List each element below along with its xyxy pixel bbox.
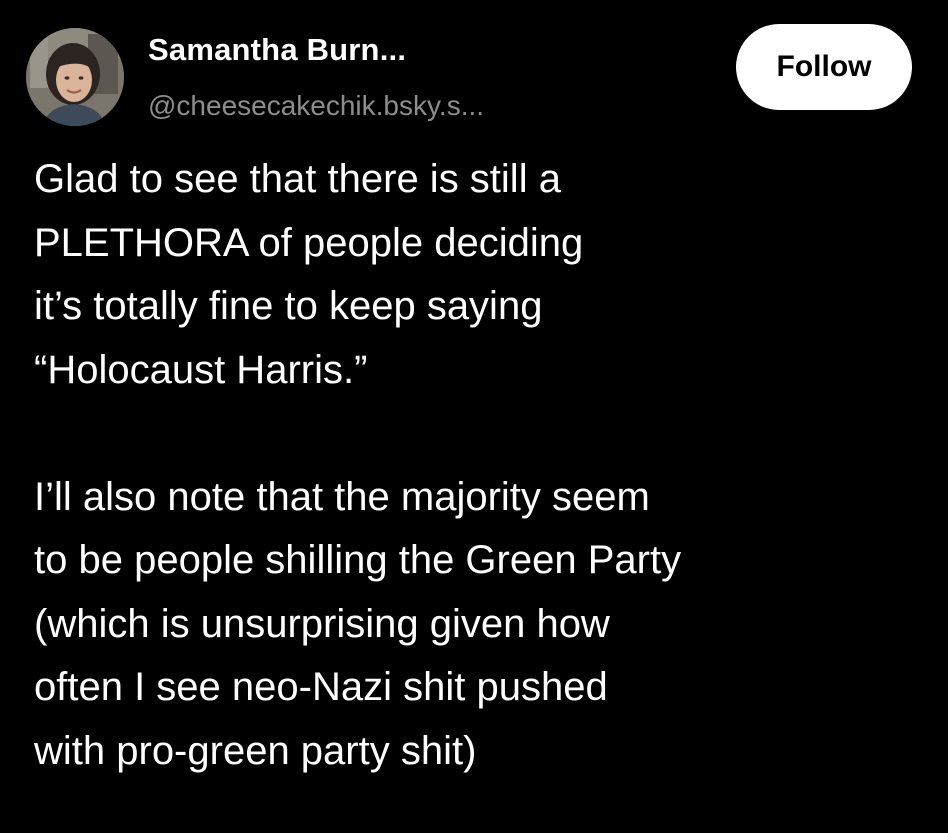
author-display-name[interactable]: Samantha Burn... [148,32,406,68]
post-line: PLETHORA of people deciding [34,220,584,265]
avatar[interactable] [26,28,124,126]
post-line: to be people shilling the Green Party [34,538,682,582]
post-card: Samantha Burn... @cheesecakechik.bsky.s.… [0,0,948,833]
post-line: (which is unsurprising given how [34,601,610,646]
post-paragraph-1: Glad to see that there is still a PLETHO… [34,148,924,402]
author-handle[interactable]: @cheesecakechik.bsky.s... [148,90,484,122]
profile-photo-icon [26,28,124,126]
post-line: “Holocaust Harris.” [34,347,368,392]
post-line: with pro-green party shit) [34,728,477,773]
post-body: Glad to see that there is still a PLETHO… [34,148,924,783]
post-paragraph-2: I’ll also note that the majority seem to… [34,466,924,784]
follow-button[interactable]: Follow [736,24,912,110]
post-line: often I see neo-Nazi shit pushed [34,665,608,709]
post-line: Glad to see that there is still a [34,157,561,201]
post-line: I’ll also note that the majority seem [34,474,650,519]
post-line: it’s totally fine to keep saying [34,284,543,328]
